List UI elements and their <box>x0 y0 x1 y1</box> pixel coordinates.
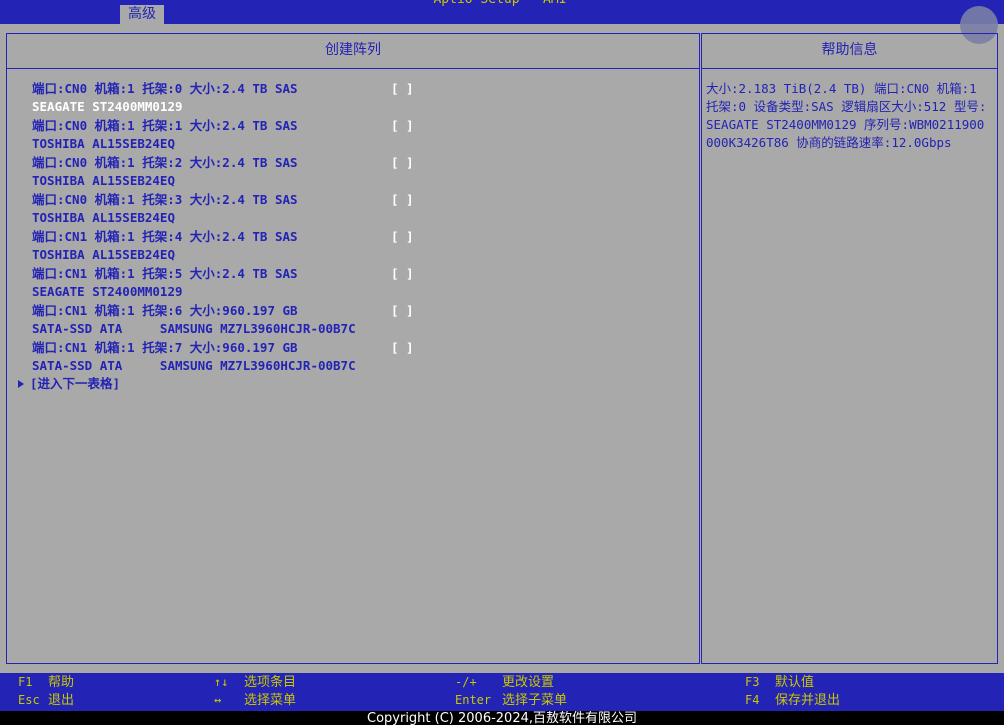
disk-list: 端口:CN0 机箱:1 托架:0 大小:2.4 TB SAS [ ] SEAGA… <box>32 80 692 376</box>
key-submenu: Enter 选择子菜单 <box>455 691 567 710</box>
disk-location-text: 端口:CN1 机箱:1 托架:6 大小:960.197 GB <box>32 303 298 318</box>
disk-model: SATA-SSD ATA SAMSUNG MZ7L3960HCJR-00B7C <box>32 358 356 373</box>
disk-entry[interactable]: 端口:CN0 机箱:1 托架:3 大小:2.4 TB SAS [ ] TOSHI… <box>32 191 692 228</box>
disk-entry[interactable]: 端口:CN1 机箱:1 托架:4 大小:2.4 TB SAS [ ] TOSHI… <box>32 228 692 265</box>
disk-model: SEAGATE ST2400MM0129 <box>32 284 183 299</box>
disk-entry[interactable]: 端口:CN0 机箱:1 托架:0 大小:2.4 TB SAS [ ] SEAGA… <box>32 80 692 117</box>
disk-select-checkbox[interactable]: [ ] <box>391 154 414 172</box>
disk-location: 端口:CN1 机箱:1 托架:5 大小:2.4 TB SAS [ ] <box>32 265 692 283</box>
key-f3: F3 <box>745 675 760 689</box>
key-select-menu: ↔ 选择菜单 <box>214 691 296 710</box>
disk-entry[interactable]: 端口:CN1 机箱:1 托架:6 大小:960.197 GB [ ] SATA-… <box>32 302 692 339</box>
disk-location-text: 端口:CN1 机箱:1 托架:4 大小:2.4 TB SAS <box>32 229 298 244</box>
disk-model: SEAGATE ST2400MM0129 <box>32 99 183 114</box>
disk-location: 端口:CN0 机箱:1 托架:0 大小:2.4 TB SAS [ ] <box>32 80 692 98</box>
key-help: F1 帮助 <box>18 673 74 692</box>
disk-select-checkbox[interactable]: [ ] <box>391 339 414 357</box>
disk-model: TOSHIBA AL15SEB24EQ <box>32 247 175 262</box>
tab-advanced[interactable]: 高级 <box>120 5 164 24</box>
key-select-item: ↑↓ 选项条目 <box>214 673 296 692</box>
key-enter: Enter <box>455 693 492 707</box>
key-enter-desc: 选择子菜单 <box>502 693 568 708</box>
key-f1: F1 <box>18 675 33 689</box>
disk-entry[interactable]: 端口:CN1 机箱:1 托架:5 大小:2.4 TB SAS [ ] SEAGA… <box>32 265 692 302</box>
key-esc-desc: 退出 <box>48 693 75 708</box>
panel-title: 创建阵列 <box>7 34 699 69</box>
key-defaults: F3 默认值 <box>745 673 814 692</box>
help-panel: 帮助信息 大小:2.183 TiB(2.4 TB) 端口:CN0 机箱:1 托架… <box>701 33 998 664</box>
disk-entry[interactable]: 端口:CN0 机箱:1 托架:2 大小:2.4 TB SAS [ ] TOSHI… <box>32 154 692 191</box>
help-title: 帮助信息 <box>702 34 997 69</box>
title-bar: Aptio Setup - AMI 高级 <box>0 0 1004 24</box>
disk-model: SATA-SSD ATA SAMSUNG MZ7L3960HCJR-00B7C <box>32 321 356 336</box>
disk-select-checkbox[interactable]: [ ] <box>391 228 414 246</box>
disk-location-text: 端口:CN0 机箱:1 托架:3 大小:2.4 TB SAS <box>32 192 298 207</box>
disk-entry[interactable]: 端口:CN0 机箱:1 托架:1 大小:2.4 TB SAS [ ] TOSHI… <box>32 117 692 154</box>
key-f3-desc: 默认值 <box>775 675 815 690</box>
key-esc: Esc <box>18 693 40 707</box>
disk-location-text: 端口:CN1 机箱:1 托架:7 大小:960.197 GB <box>32 340 298 355</box>
disk-model: TOSHIBA AL15SEB24EQ <box>32 173 175 188</box>
disk-entry[interactable]: 端口:CN1 机箱:1 托架:7 大小:960.197 GB [ ] SATA-… <box>32 339 692 376</box>
key-f4-desc: 保存并退出 <box>775 693 841 708</box>
app-title: Aptio Setup - AMI <box>400 0 600 8</box>
disk-location: 端口:CN0 机箱:1 托架:2 大小:2.4 TB SAS [ ] <box>32 154 692 172</box>
key-plusminus-desc: 更改设置 <box>502 675 555 690</box>
next-table-link[interactable]: [进入下一表格] <box>18 375 120 393</box>
key-leftright-desc: 选择菜单 <box>244 693 297 708</box>
bios-screen: Aptio Setup - AMI 高级 创建阵列 端口:CN0 机箱:1 托架… <box>0 0 1004 725</box>
disk-model: TOSHIBA AL15SEB24EQ <box>32 210 175 225</box>
disk-select-checkbox[interactable]: [ ] <box>391 117 414 135</box>
key-updown: ↑↓ <box>214 675 229 689</box>
disk-location: 端口:CN1 机箱:1 托架:6 大小:960.197 GB [ ] <box>32 302 692 320</box>
key-updown-desc: 选项条目 <box>244 675 297 690</box>
key-save-exit: F4 保存并退出 <box>745 691 840 710</box>
key-f1-desc: 帮助 <box>48 675 75 690</box>
disk-select-checkbox[interactable]: [ ] <box>391 302 414 320</box>
key-leftright: ↔ <box>214 693 222 707</box>
disk-model: TOSHIBA AL15SEB24EQ <box>32 136 175 151</box>
copyright-footer: Copyright (C) 2006-2024,百敖软件有限公司 <box>0 711 1004 725</box>
key-f4: F4 <box>745 693 760 707</box>
key-exit: Esc 退出 <box>18 691 74 710</box>
disk-location: 端口:CN1 机箱:1 托架:7 大小:960.197 GB [ ] <box>32 339 692 357</box>
help-text: 大小:2.183 TiB(2.4 TB) 端口:CN0 机箱:1 托架:0 设备… <box>706 81 987 150</box>
disk-select-checkbox[interactable]: [ ] <box>391 265 414 283</box>
disk-location: 端口:CN0 机箱:1 托架:1 大小:2.4 TB SAS [ ] <box>32 117 692 135</box>
disk-location-text: 端口:CN0 机箱:1 托架:2 大小:2.4 TB SAS <box>32 155 298 170</box>
key-plusminus: -/+ <box>455 675 477 689</box>
disk-location-text: 端口:CN0 机箱:1 托架:1 大小:2.4 TB SAS <box>32 118 298 133</box>
disk-location-text: 端口:CN0 机箱:1 托架:0 大小:2.4 TB SAS <box>32 81 298 96</box>
disk-select-checkbox[interactable]: [ ] <box>391 191 414 209</box>
key-change-setting: -/+ 更改设置 <box>455 673 554 692</box>
disk-location: 端口:CN0 机箱:1 托架:3 大小:2.4 TB SAS [ ] <box>32 191 692 209</box>
key-legend-bar: F1 帮助 Esc 退出 ↑↓ 选项条目 ↔ 选择菜单 -/+ 更改设置 Enter 选择子… <box>0 673 1004 711</box>
disk-location: 端口:CN1 机箱:1 托架:4 大小:2.4 TB SAS [ ] <box>32 228 692 246</box>
submenu-arrow-icon <box>18 380 24 388</box>
next-table-label: [进入下一表格] <box>30 376 121 391</box>
disk-location-text: 端口:CN1 机箱:1 托架:5 大小:2.4 TB SAS <box>32 266 298 281</box>
disk-select-checkbox[interactable]: [ ] <box>391 80 414 98</box>
